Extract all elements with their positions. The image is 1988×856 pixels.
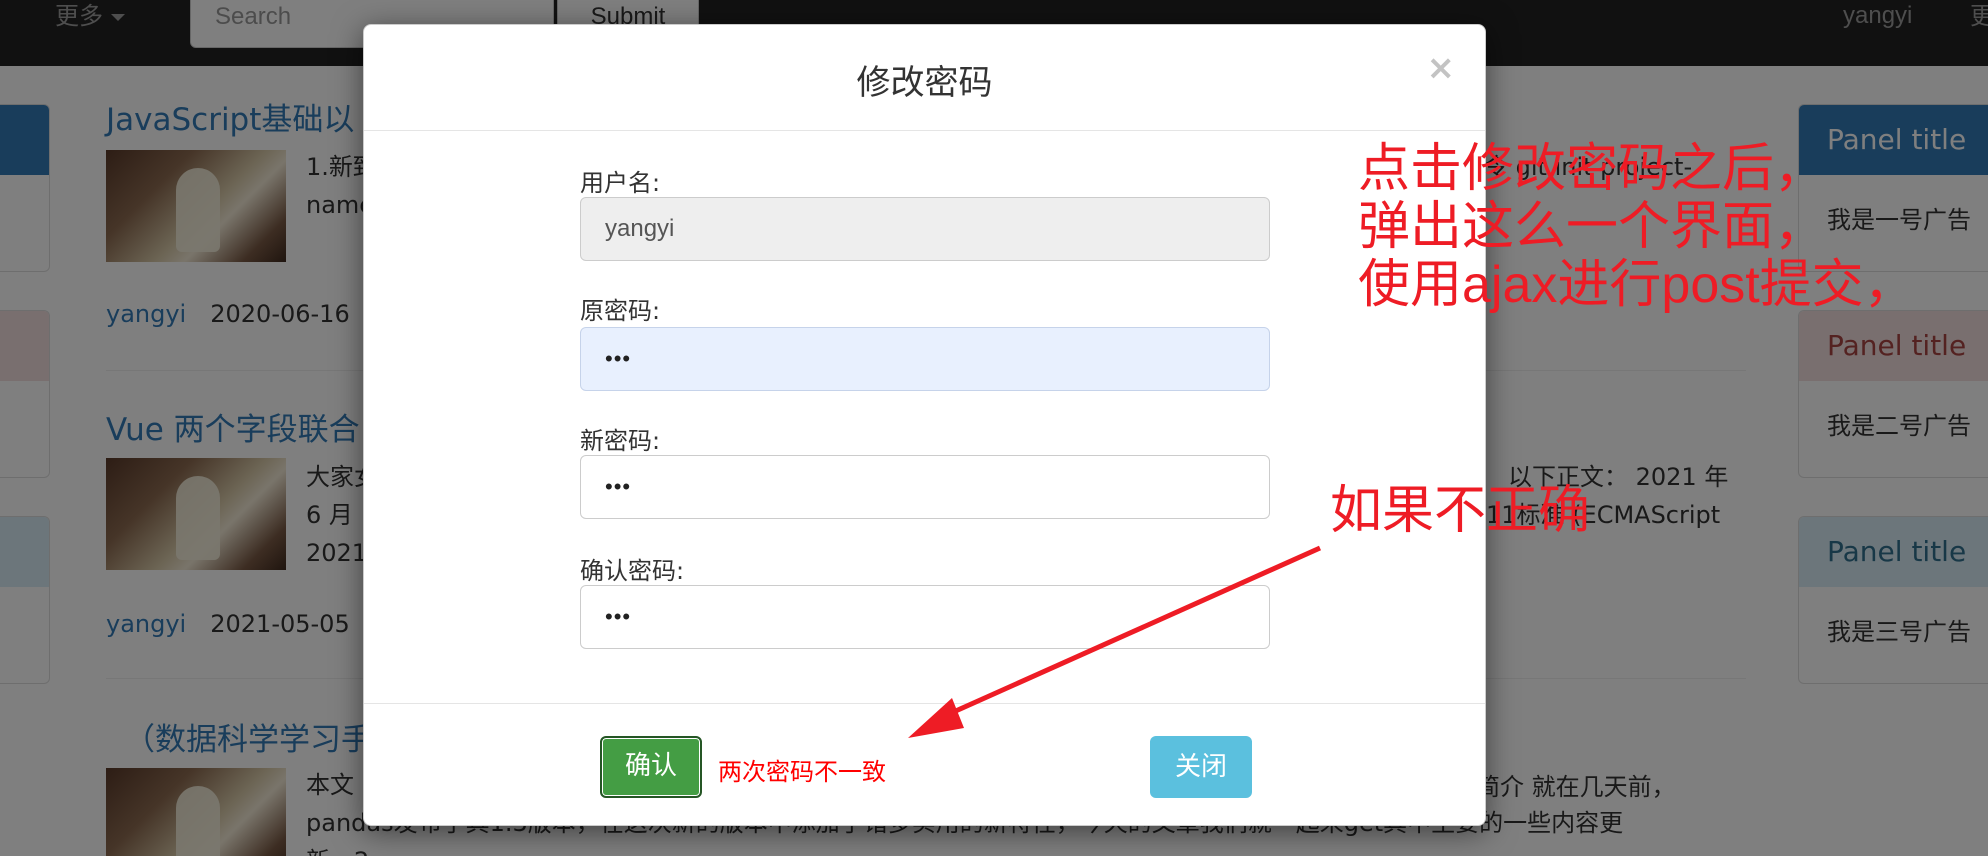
- confirm-password-field[interactable]: •••: [580, 585, 1270, 649]
- change-password-modal: 修改密码 × 用户名: yangyi 原密码: ••• 新密码: ••• 确认密…: [363, 24, 1486, 826]
- close-icon[interactable]: ×: [1427, 51, 1456, 85]
- new-password-label: 新密码:: [580, 427, 661, 455]
- password-mask: •••: [605, 346, 632, 371]
- modal-title: 修改密码: [856, 63, 993, 103]
- username-label: 用户名:: [580, 169, 661, 197]
- confirm-button[interactable]: 确认: [600, 736, 702, 798]
- annotation-text: 点击修改密码之后， 弹出这么一个界面， 使用ajax进行post提交，: [1358, 140, 1916, 314]
- confirm-password-label: 确认密码:: [580, 557, 685, 585]
- annotation-text: 如果不正确: [1330, 482, 1591, 540]
- new-password-field[interactable]: •••: [580, 455, 1270, 519]
- username-field[interactable]: yangyi: [580, 197, 1270, 261]
- error-message: 两次密码不一致: [718, 758, 886, 786]
- old-password-label: 原密码:: [580, 297, 661, 325]
- modal-footer: 确认 两次密码不一致 关闭: [364, 703, 1485, 827]
- old-password-field[interactable]: •••: [580, 327, 1270, 391]
- modal-header: 修改密码 ×: [364, 25, 1485, 131]
- close-button[interactable]: 关闭: [1150, 736, 1252, 798]
- password-mask: •••: [605, 474, 632, 499]
- password-mask: •••: [605, 604, 632, 629]
